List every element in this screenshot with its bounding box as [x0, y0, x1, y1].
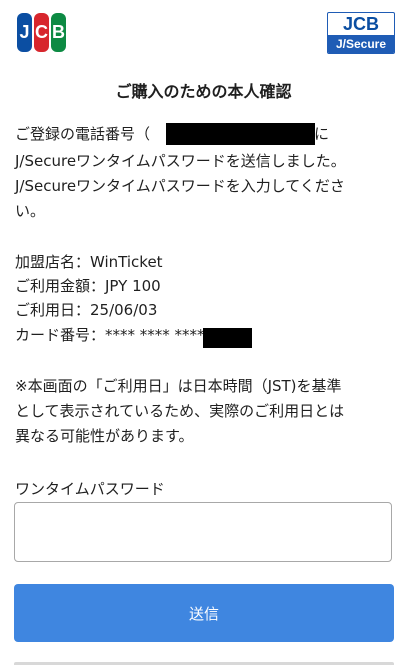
jsecure-logo-top: JCB — [342, 14, 379, 34]
notice-line-3: 異なる可能性があります。 — [15, 427, 194, 445]
jsecure-logo: JCB J/Secure — [327, 12, 395, 54]
card-number: カード番号：**** **** **** — [15, 326, 205, 344]
jsecure-logo-bottom: J/Secure — [328, 35, 394, 53]
header-bar: J C B JCB J/Secure — [0, 0, 407, 66]
page-title: ご購入のための本人確認 — [115, 82, 292, 101]
submit-button-label: 送信 — [188, 604, 219, 623]
usage-date: ご利用日：25/06/03 — [15, 301, 158, 319]
notice-line-1: ※本画面の「ご利用日」は日本時間（JST)を基準 — [15, 377, 342, 395]
notice-line-2: として表示されているため、実際のご利用日とは — [15, 402, 345, 420]
jcb-logo-letter-b: B — [51, 13, 66, 52]
phone-number-redaction — [166, 123, 315, 145]
jcb-logo-letter-c: C — [34, 13, 49, 52]
otp-input[interactable] — [14, 502, 392, 562]
jcb-logo: J C B — [17, 13, 66, 52]
usage-amount: ご利用金額：JPY 100 — [15, 277, 161, 295]
submit-button[interactable]: 送信 — [14, 584, 394, 642]
message-line-2: J/Secureワンタイムパスワードを送信しました。 — [15, 152, 346, 170]
card-number-redaction — [203, 328, 252, 348]
jcb-logo-letter-j: J — [17, 13, 32, 52]
message-line-1-prefix: ご登録の電話番号（ — [15, 125, 151, 143]
otp-label: ワンタイムパスワード — [15, 480, 165, 498]
merchant-name: 加盟店名：WinTicket — [15, 253, 163, 271]
message-line-3: J/Secureワンタイムパスワードを入力してくださ — [15, 177, 345, 195]
message-line-4: い。 — [15, 202, 46, 220]
